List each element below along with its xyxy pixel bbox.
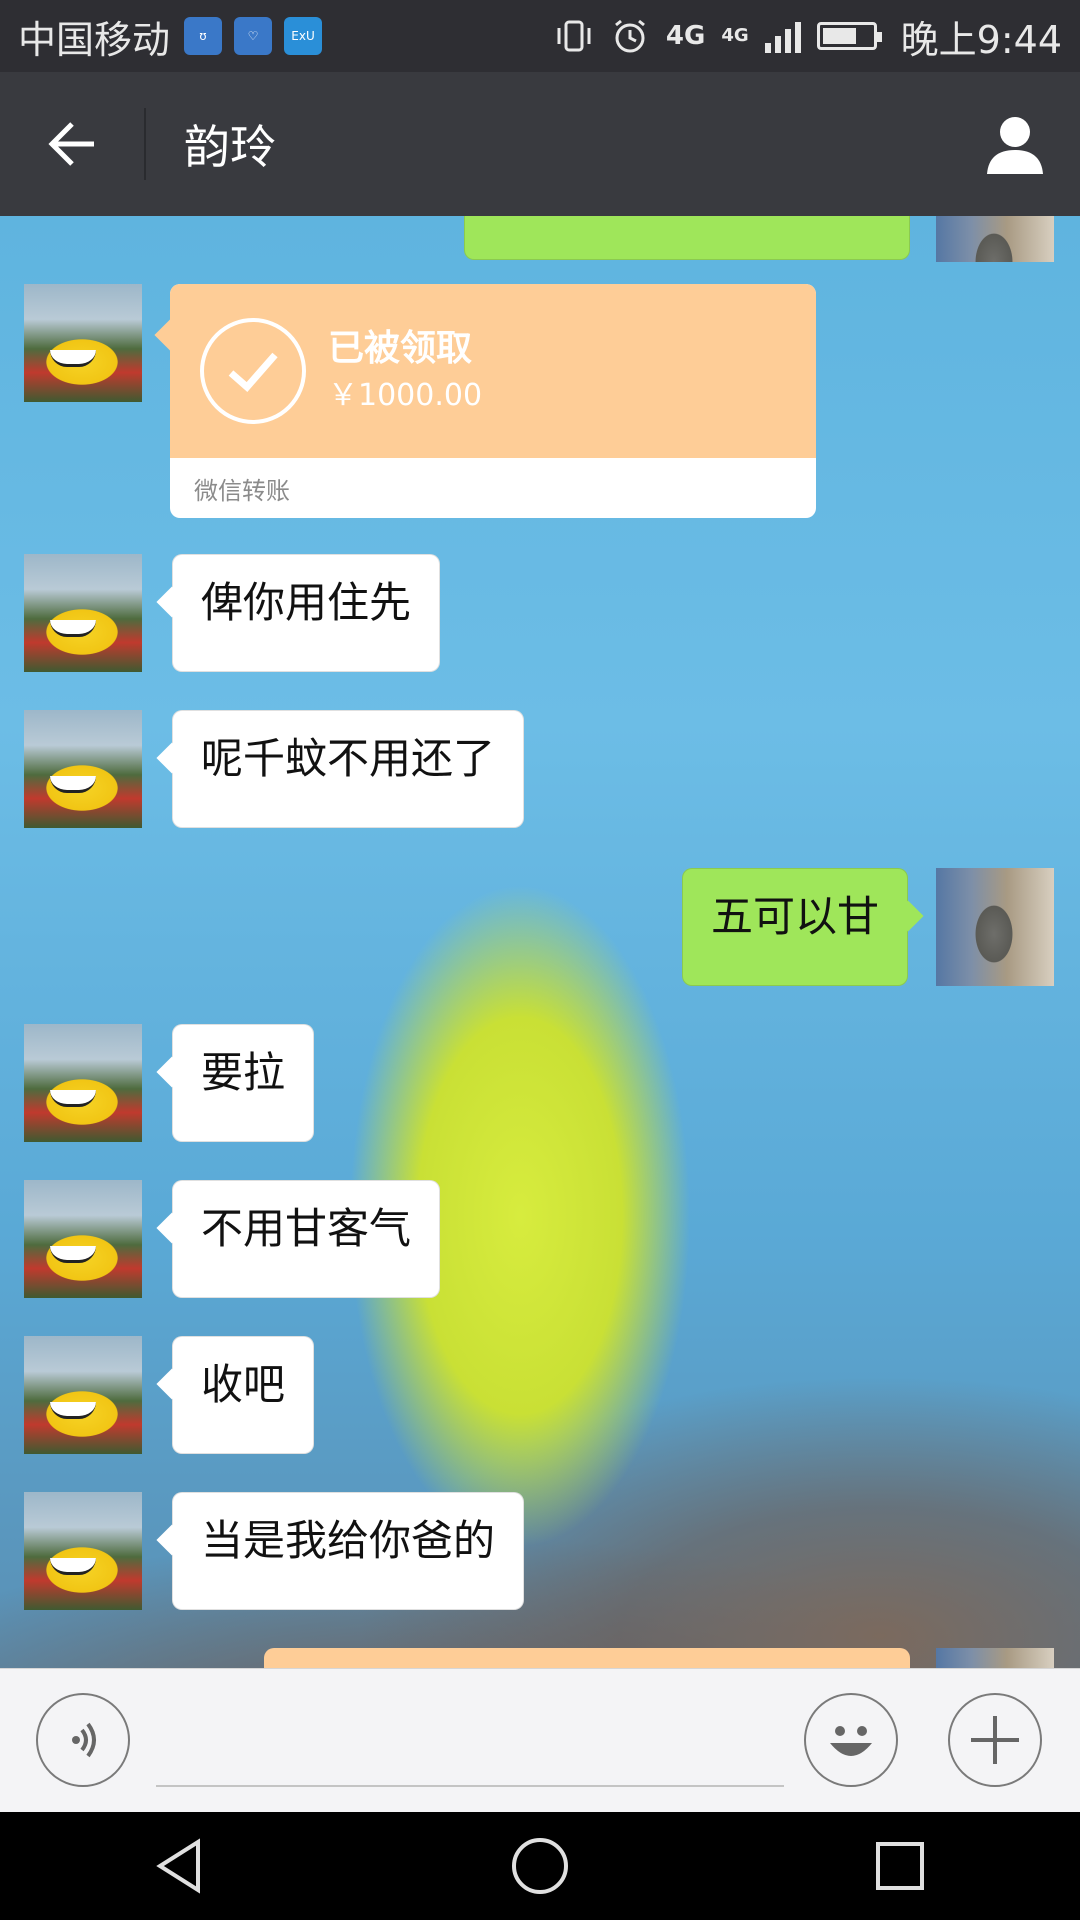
transfer-card[interactable]: 已被领取 ￥1000.00 微信转账 [170, 284, 816, 518]
more-button[interactable] [948, 1693, 1042, 1787]
back-button[interactable] [0, 72, 144, 216]
clock: 晚上9:44 [900, 17, 1062, 62]
carrier-label: 中国移动 [18, 17, 171, 62]
avatar-contact[interactable] [24, 1180, 142, 1298]
voice-button[interactable] [36, 1693, 130, 1787]
title-divider [144, 108, 146, 180]
nav-back-button[interactable] [100, 1812, 260, 1920]
emoji-button[interactable] [804, 1693, 898, 1787]
avatar-self[interactable] [936, 216, 1054, 262]
message-bubble-incoming[interactable]: 收吧 [172, 1336, 315, 1454]
avatar-contact[interactable] [24, 1492, 142, 1610]
nav-recent-icon [876, 1842, 924, 1890]
system-nav-bar [0, 1812, 1080, 1920]
transfer-status: 已被领取 [328, 328, 473, 369]
avatar-contact[interactable] [24, 554, 142, 672]
back-arrow-icon [48, 122, 94, 166]
check-icon [200, 318, 306, 424]
nav-home-button[interactable] [460, 1812, 620, 1920]
alarm-icon [614, 19, 645, 53]
avatar-contact[interactable] [24, 710, 142, 828]
app-exu-icon: ExU [284, 17, 323, 55]
person-icon [987, 117, 1043, 174]
app-health-icon: ♡ [234, 17, 273, 55]
input-bar [0, 1668, 1080, 1813]
avatar-contact[interactable] [24, 284, 142, 402]
status-bar: 中国移动 ʊ ♡ ExU 4G 4G 晚上9:44 [0, 0, 1080, 72]
transfer-amount: ￥1000.00 [328, 378, 483, 413]
avatar-self[interactable] [936, 1648, 1054, 1668]
chat-info-button[interactable] [950, 72, 1080, 216]
app-notification-icon: ʊ [184, 17, 223, 55]
network-type-label-2: 4G [721, 25, 749, 46]
message-bubble-incoming[interactable]: 呢千蚊不用还了 [172, 710, 525, 828]
nav-back-icon [156, 1838, 200, 1894]
transfer-card-partial[interactable] [264, 1648, 910, 1668]
message-bubble-partial[interactable] [464, 216, 910, 260]
chat-area[interactable]: 已被领取 ￥1000.00 微信转账 俾你用住先 呢千蚊不用还了 五可以甘 要拉… [0, 216, 1080, 1668]
transfer-source: 微信转账 [194, 476, 290, 505]
network-type-label: 4G [665, 21, 706, 51]
signal-icon [764, 19, 801, 53]
emoji-icon [830, 1726, 872, 1756]
battery-icon [816, 22, 882, 50]
message-bubble-incoming[interactable]: 当是我给你爸的 [172, 1492, 525, 1610]
vibrate-icon [557, 20, 591, 52]
plus-icon [971, 1716, 1019, 1764]
nav-recent-button[interactable] [820, 1812, 980, 1920]
avatar-contact[interactable] [24, 1024, 142, 1142]
avatar-self[interactable] [936, 868, 1054, 986]
voice-icon [72, 1722, 96, 1758]
avatar-contact[interactable] [24, 1336, 142, 1454]
title-bar: 韵玲 [0, 72, 1080, 216]
message-bubble-incoming[interactable]: 不用甘客气 [172, 1180, 441, 1298]
message-bubble-incoming[interactable]: 俾你用住先 [172, 554, 441, 672]
page-title: 韵玲 [184, 120, 276, 174]
message-bubble-incoming[interactable]: 要拉 [172, 1024, 315, 1142]
message-input[interactable] [156, 1699, 784, 1787]
nav-home-icon [512, 1838, 568, 1894]
message-bubble-outgoing[interactable]: 五可以甘 [681, 868, 908, 986]
